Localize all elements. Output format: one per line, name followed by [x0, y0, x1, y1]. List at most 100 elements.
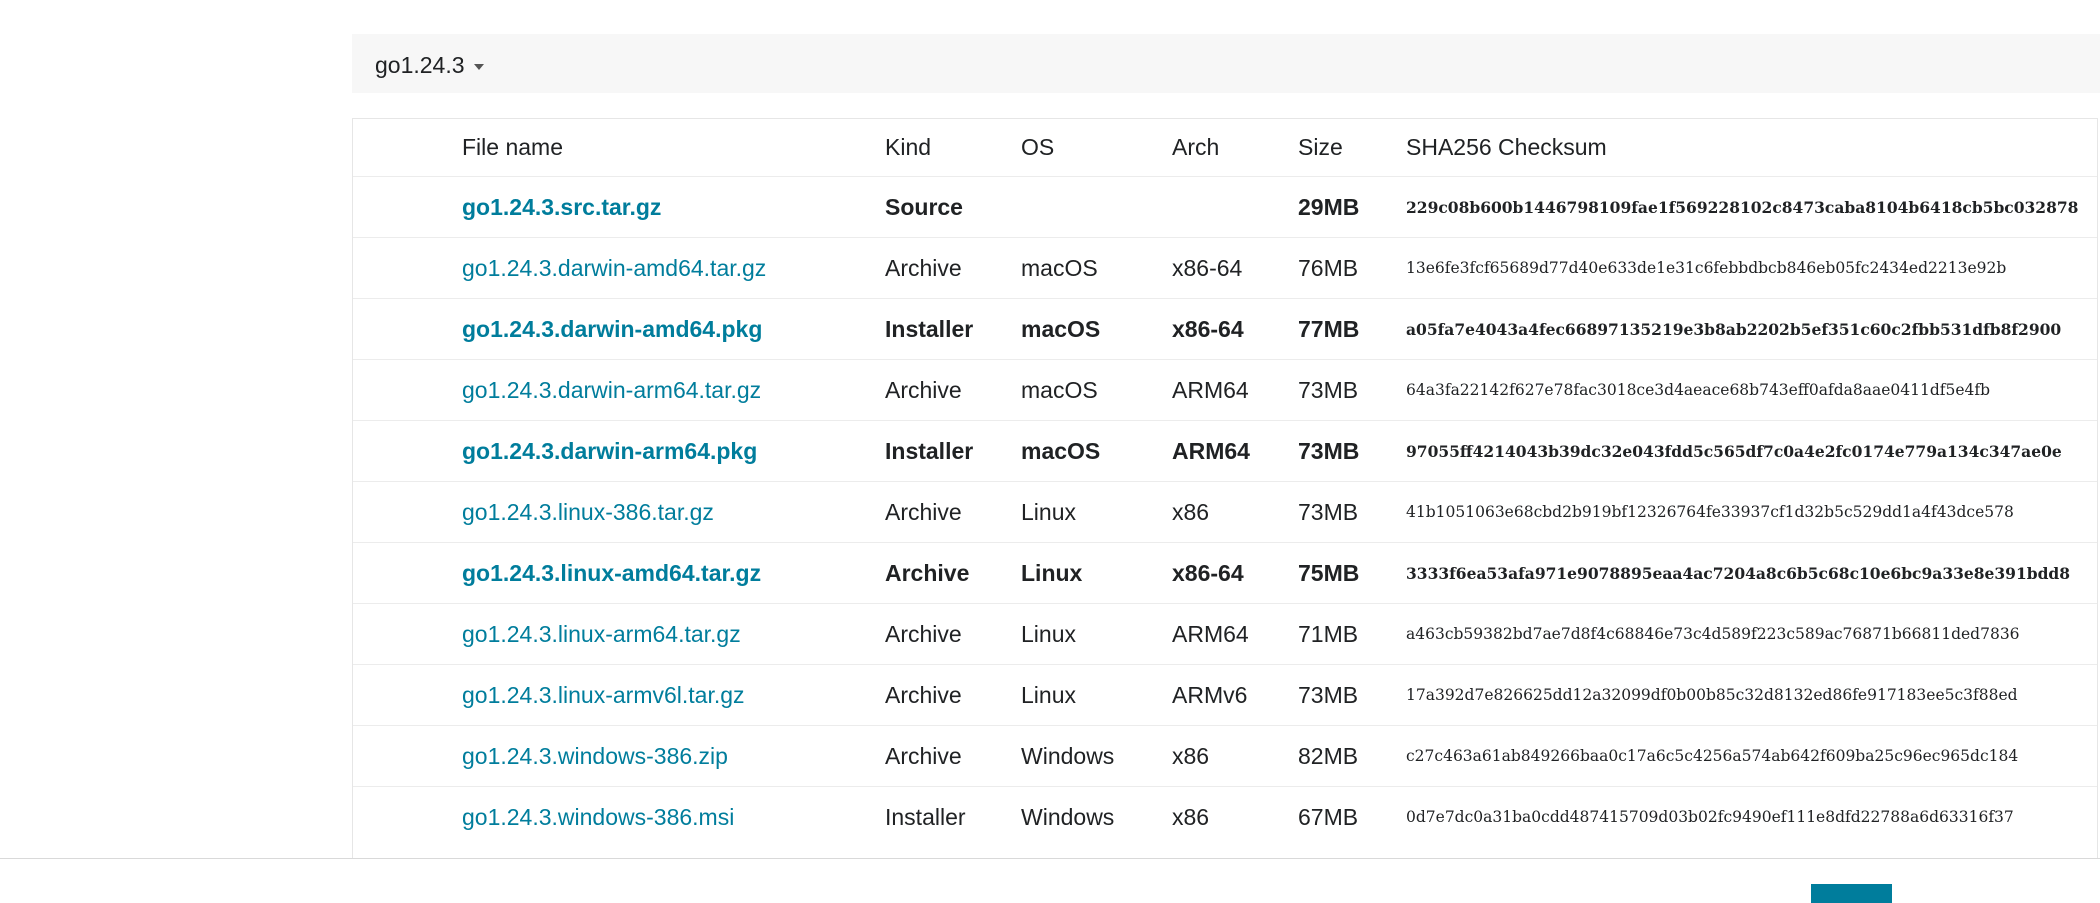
file-download-link[interactable]: go1.24.3.src.tar.gz — [462, 194, 661, 220]
file-name-cell: go1.24.3.linux-arm64.tar.gz — [462, 603, 885, 665]
os: macOS — [1021, 437, 1101, 464]
file-name-cell: go1.24.3.darwin-arm64.pkg — [462, 420, 885, 482]
size-cell: 77MB — [1298, 298, 1406, 360]
os: macOS — [1021, 376, 1098, 403]
sha256-checksum: 3333f6ea53afa971e9078895eaa4ac7204a8c6b5… — [1406, 563, 2071, 583]
file-download-link[interactable]: go1.24.3.linux-arm64.tar.gz — [462, 621, 741, 647]
sha256-checksum-cell: 97055ff4214043b39dc32e043fdd5c565df7c0a4… — [1406, 420, 2097, 482]
spacer-cell — [353, 725, 462, 787]
file-download-link[interactable]: go1.24.3.darwin-arm64.pkg — [462, 438, 757, 464]
size: 67MB — [1298, 803, 1359, 830]
version-label[interactable]: go1.24.3 — [375, 52, 465, 79]
arch-cell: x86-64 — [1172, 542, 1298, 604]
footer-divider — [0, 858, 2100, 859]
kind: Archive — [885, 681, 962, 708]
file-download-link[interactable]: go1.24.3.windows-386.zip — [462, 743, 728, 769]
table-row: go1.24.3.src.tar.gz Source 29MB 229c08b600b… — [353, 176, 2097, 238]
os-cell: macOS — [1021, 359, 1172, 421]
os-cell: macOS — [1021, 298, 1172, 360]
size-cell: 73MB — [1298, 481, 1406, 543]
size: 82MB — [1298, 742, 1359, 769]
arch: x86-64 — [1172, 254, 1243, 281]
file-download-link[interactable]: go1.24.3.linux-armv6l.tar.gz — [462, 682, 745, 708]
sha256-checksum: 97055ff4214043b39dc32e043fdd5c565df7c0a4… — [1406, 441, 2062, 461]
arch-cell: ARM64 — [1172, 420, 1298, 482]
os-cell: Linux — [1021, 603, 1172, 665]
size-cell: 73MB — [1298, 420, 1406, 482]
sha256-checksum-cell: a463cb59382bd7ae7d8f4c68846e73c4d589f223… — [1406, 603, 2097, 665]
spacer-cell — [353, 237, 462, 299]
arch-cell: ARMv6 — [1172, 664, 1298, 726]
spacer-cell — [353, 298, 462, 360]
os-cell: Windows — [1021, 725, 1172, 787]
arch: x86 — [1172, 498, 1210, 525]
kind-cell: Archive — [885, 603, 1021, 665]
kind-cell: Archive — [885, 542, 1021, 604]
kind: Archive — [885, 498, 962, 525]
file-download-link[interactable]: go1.24.3.linux-386.tar.gz — [462, 499, 714, 525]
table-row: go1.24.3.windows-386.zip Archive Windows x8… — [353, 725, 2097, 787]
kind: Installer — [885, 437, 974, 464]
arch-cell: x86-64 — [1172, 237, 1298, 299]
kind: Source — [885, 193, 963, 220]
os-cell: Linux — [1021, 481, 1172, 543]
spacer-cell — [353, 481, 462, 543]
file-name-cell: go1.24.3.windows-386.zip — [462, 725, 885, 787]
file-name-cell: go1.24.3.linux-amd64.tar.gz — [462, 542, 885, 604]
kind: Archive — [885, 620, 962, 647]
header-arch: Arch — [1172, 134, 1220, 160]
kind-cell: Archive — [885, 481, 1021, 543]
kind: Installer — [885, 803, 966, 830]
sha256-checksum-cell: a05fa7e4043a4fec66897135219e3b8ab2202b5e… — [1406, 298, 2097, 360]
arch: ARMv6 — [1172, 681, 1248, 708]
file-download-link[interactable]: go1.24.3.darwin-amd64.pkg — [462, 316, 762, 342]
table-row: go1.24.3.linux-arm64.tar.gz Archive Linux A… — [353, 603, 2097, 665]
os-cell: macOS — [1021, 237, 1172, 299]
footer-accent-bar — [1811, 884, 1892, 903]
kind-cell: Archive — [885, 237, 1021, 299]
sha256-checksum: a05fa7e4043a4fec66897135219e3b8ab2202b5e… — [1406, 319, 2062, 339]
sha256-checksum-cell: 13e6fe3fcf65689d77d40e633de1e31c6febbdbc… — [1406, 237, 2097, 299]
version-bar: go1.24.3 — [352, 34, 2100, 93]
header-checksum: SHA256 Checksum — [1406, 134, 1607, 160]
version-toggle[interactable]: go1.24.3 — [375, 52, 484, 79]
spacer-cell — [353, 542, 462, 604]
kind: Archive — [885, 742, 962, 769]
size: 73MB — [1298, 437, 1360, 464]
file-name-cell: go1.24.3.linux-armv6l.tar.gz — [462, 664, 885, 726]
file-download-link[interactable]: go1.24.3.darwin-arm64.tar.gz — [462, 377, 761, 403]
spacer-cell — [353, 176, 462, 238]
file-download-link[interactable]: go1.24.3.linux-amd64.tar.gz — [462, 560, 761, 586]
arch: ARM64 — [1172, 376, 1249, 403]
arch-cell: x86-64 — [1172, 298, 1298, 360]
sha256-checksum: 13e6fe3fcf65689d77d40e633de1e31c6febbdbc… — [1406, 259, 2007, 277]
sha256-checksum-cell: 0d7e7dc0a31ba0cdd487415709d03b02fc9490ef… — [1406, 786, 2097, 847]
os: Windows — [1021, 803, 1115, 830]
arch-cell: x86 — [1172, 786, 1298, 847]
size-cell: 76MB — [1298, 237, 1406, 299]
sha256-checksum: 41b1051063e68cbd2b919bf12326764fe33937cf… — [1406, 503, 2014, 521]
table-header-row: File name Kind OS Arch Size SHA256 Check… — [353, 119, 2097, 177]
size-cell: 71MB — [1298, 603, 1406, 665]
sha256-checksum-cell: 17a392d7e826625dd12a32099df0b00b85c32d81… — [1406, 664, 2097, 726]
size: 76MB — [1298, 254, 1359, 281]
sha256-checksum: a463cb59382bd7ae7d8f4c68846e73c4d589f223… — [1406, 625, 2020, 643]
file-download-link[interactable]: go1.24.3.darwin-amd64.tar.gz — [462, 255, 766, 281]
header-file-name: File name — [462, 134, 563, 160]
sha256-checksum: 64a3fa22142f627e78fac3018ce3d4aeace68b74… — [1406, 381, 1991, 399]
os: macOS — [1021, 315, 1101, 342]
sha256-checksum: 0d7e7dc0a31ba0cdd487415709d03b02fc9490ef… — [1406, 808, 2014, 826]
file-download-link[interactable]: go1.24.3.windows-386.msi — [462, 804, 734, 830]
kind-cell: Installer — [885, 298, 1021, 360]
kind: Installer — [885, 315, 974, 342]
size-cell: 82MB — [1298, 725, 1406, 787]
os-cell — [1021, 176, 1172, 238]
file-name-cell: go1.24.3.darwin-arm64.tar.gz — [462, 359, 885, 421]
os-cell: Linux — [1021, 664, 1172, 726]
sha256-checksum: c27c463a61ab849266baa0c17a6c5c4256a574ab… — [1406, 747, 2019, 765]
arch: x86-64 — [1172, 559, 1244, 586]
spacer-cell — [353, 664, 462, 726]
caret-down-icon[interactable] — [473, 63, 484, 70]
table-row: go1.24.3.darwin-arm64.pkg Installer macOS A… — [353, 420, 2097, 482]
kind-cell: Installer — [885, 786, 1021, 847]
